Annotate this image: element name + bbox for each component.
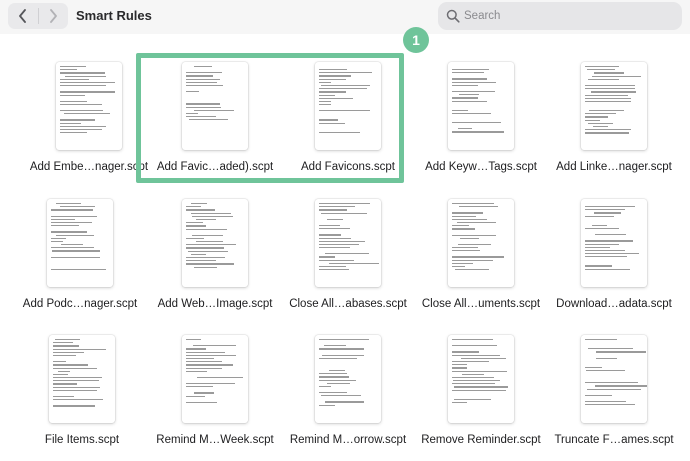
file-name: Close All…abases.scpt [289, 298, 407, 310]
script-document-thumbnail [47, 199, 113, 287]
file-item[interactable]: Download…adata.scpt [554, 199, 674, 329]
file-item[interactable]: Remind M…Week.scpt [155, 335, 275, 461]
file-item[interactable]: Remind M…orrow.scpt [288, 335, 408, 461]
file-name: Add Favicons.scpt [301, 161, 395, 173]
file-item[interactable]: Close All…abases.scpt [288, 199, 408, 329]
file-name: Add Favic…aded).scpt [156, 161, 274, 173]
file-name: Add Podc…nager.scpt [22, 298, 138, 310]
file-item[interactable]: Truncate F…ames.scpt [554, 335, 674, 461]
script-document-thumbnail [315, 335, 381, 423]
file-item[interactable]: Close All…uments.scpt [421, 199, 541, 329]
file-name: Remind M…orrow.scpt [289, 434, 407, 446]
file-item[interactable]: Add Podc…nager.scpt [20, 199, 140, 329]
file-item[interactable]: Add Keyw…Tags.scpt [421, 62, 541, 192]
file-name: Add Keyw…Tags.scpt [425, 161, 537, 173]
script-document-thumbnail [56, 62, 122, 150]
file-name: Truncate F…ames.scpt [554, 434, 674, 446]
script-document-thumbnail [448, 62, 514, 150]
script-document-thumbnail [315, 199, 381, 287]
file-name: Download…adata.scpt [556, 298, 672, 310]
script-document-thumbnail [581, 199, 647, 287]
file-name: Remove Reminder.scpt [421, 434, 541, 446]
file-name: Add Web…Image.scpt [157, 298, 273, 310]
script-document-thumbnail [581, 62, 647, 150]
script-document-thumbnail [182, 335, 248, 423]
file-item[interactable]: Add Web…Image.scpt [155, 199, 275, 329]
script-document-thumbnail [448, 199, 514, 287]
file-item[interactable]: File Items.scpt [22, 335, 142, 461]
script-document-thumbnail [581, 335, 647, 423]
script-document-thumbnail [315, 62, 381, 150]
script-document-thumbnail [49, 335, 115, 423]
file-name: File Items.scpt [44, 434, 120, 446]
file-item[interactable]: Remove Reminder.scpt [421, 335, 541, 461]
file-name: Add Linke…nager.scpt [556, 161, 672, 173]
file-item[interactable]: Add Linke…nager.scpt [554, 62, 674, 192]
file-name: Close All…uments.scpt [421, 298, 541, 310]
file-name: Remind M…Week.scpt [156, 434, 274, 446]
file-grid: Add Embe…nager.scpt Add Favic…aded).scpt… [0, 0, 690, 461]
script-document-thumbnail [182, 199, 248, 287]
file-item[interactable]: Add Favicons.scpt [288, 62, 408, 192]
file-item[interactable]: Add Favic…aded).scpt [155, 62, 275, 192]
script-document-thumbnail [182, 62, 248, 150]
file-item[interactable]: Add Embe…nager.scpt [29, 62, 149, 192]
annotation-badge: 1 [403, 27, 429, 53]
script-document-thumbnail [448, 335, 514, 423]
